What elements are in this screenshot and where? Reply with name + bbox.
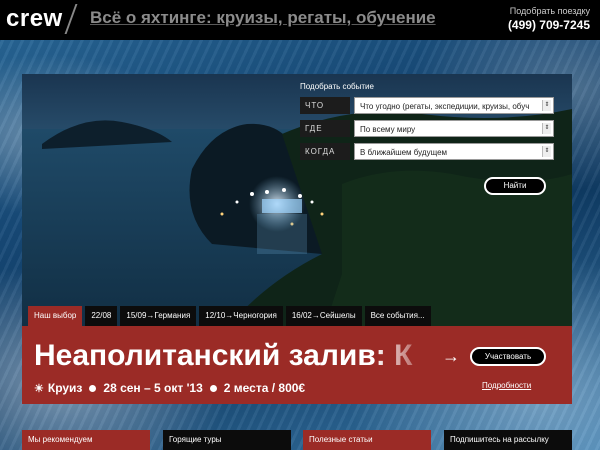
join-button[interactable]: Участвовать (470, 347, 546, 366)
tab-event-2[interactable]: 15/09→Германия (120, 306, 197, 326)
event-finder: Подобрать событие ЧТО Что угодно (регаты… (300, 82, 558, 195)
sun-icon: ☀ (34, 382, 44, 395)
when-select-value: В ближайшем будущем (360, 148, 448, 157)
finder-row-what: ЧТО Что угодно (регаты, экспедиции, круи… (300, 97, 558, 114)
finder-title: Подобрать событие (300, 82, 374, 91)
what-select[interactable]: Что угодно (регаты, экспедиции, круизы, … (354, 97, 554, 114)
finder-row-where: ГДЕ По всему миру ⇕ (300, 120, 558, 137)
where-select-value: По всему миру (360, 125, 416, 134)
find-button[interactable]: Найти (484, 177, 546, 195)
bullet-dot (89, 384, 97, 392)
bullet-dot (209, 384, 217, 392)
header-contact: Подобрать поездку (499) 709-7245 (508, 6, 590, 32)
finder-row-when: КОГДА В ближайшем будущем ⇕ (300, 143, 558, 160)
tab-event-1[interactable]: 22/08 (85, 306, 118, 326)
pick-trip-label: Подобрать поездку (509, 6, 590, 16)
featured-headline[interactable]: Неаполитанский залив: К (34, 339, 434, 373)
hero-panel: Подобрать событие ЧТО Что угодно (регаты… (22, 74, 572, 404)
column-header-subscribe[interactable]: Подпишитесь на рассылку (444, 430, 572, 450)
phone-number: (499) 709-7245 (507, 18, 590, 32)
featured-banner: Неаполитанский залив: К → Участвовать ☀ … (22, 326, 572, 404)
site-logo[interactable]: crew (6, 5, 63, 33)
select-arrows-icon: ⇕ (542, 123, 551, 134)
column-header-hot-tours[interactable]: Горящие туры (163, 430, 291, 450)
column-header-articles[interactable]: Полезные статьи (303, 430, 431, 450)
column-header-recommend[interactable]: Мы рекомендуем (22, 430, 150, 450)
site-tagline[interactable]: Всё о яхтинге: круизы, регаты, обучение (90, 8, 436, 28)
select-arrows-icon: ⇕ (542, 146, 551, 157)
what-select-value: Что угодно (регаты, экспедиции, круизы, … (360, 102, 530, 111)
logo-divider (64, 4, 78, 34)
event-type: Круиз (47, 381, 83, 395)
event-dates: 28 сен – 5 окт '13 (103, 381, 203, 395)
event-tabs: Наш выбор 22/08 15/09→Германия 12/10→Чер… (28, 306, 434, 326)
featured-meta: ☀ Круиз 28 сен – 5 окт '13 2 места / 800… (34, 381, 305, 395)
finder-label-when: КОГДА (300, 143, 350, 160)
tab-all-events[interactable]: Все события... (364, 306, 431, 326)
tab-event-4[interactable]: 16/02→Сейшелы (285, 306, 362, 326)
details-link[interactable]: Подробности (482, 381, 531, 390)
tab-event-3[interactable]: 12/10→Черногория (199, 306, 283, 326)
when-select[interactable]: В ближайшем будущем ⇕ (354, 143, 554, 160)
where-select[interactable]: По всему миру ⇕ (354, 120, 554, 137)
finder-label-what: ЧТО (300, 97, 350, 114)
finder-label-where: ГДЕ (300, 120, 350, 137)
arrow-right-icon[interactable]: → (442, 346, 460, 367)
event-places: 2 места / 800€ (223, 381, 306, 395)
site-header: crew Всё о яхтинге: круизы, регаты, обуч… (0, 0, 600, 40)
tab-our-choice[interactable]: Наш выбор (28, 306, 83, 326)
select-arrows-icon: ⇕ (542, 100, 551, 111)
